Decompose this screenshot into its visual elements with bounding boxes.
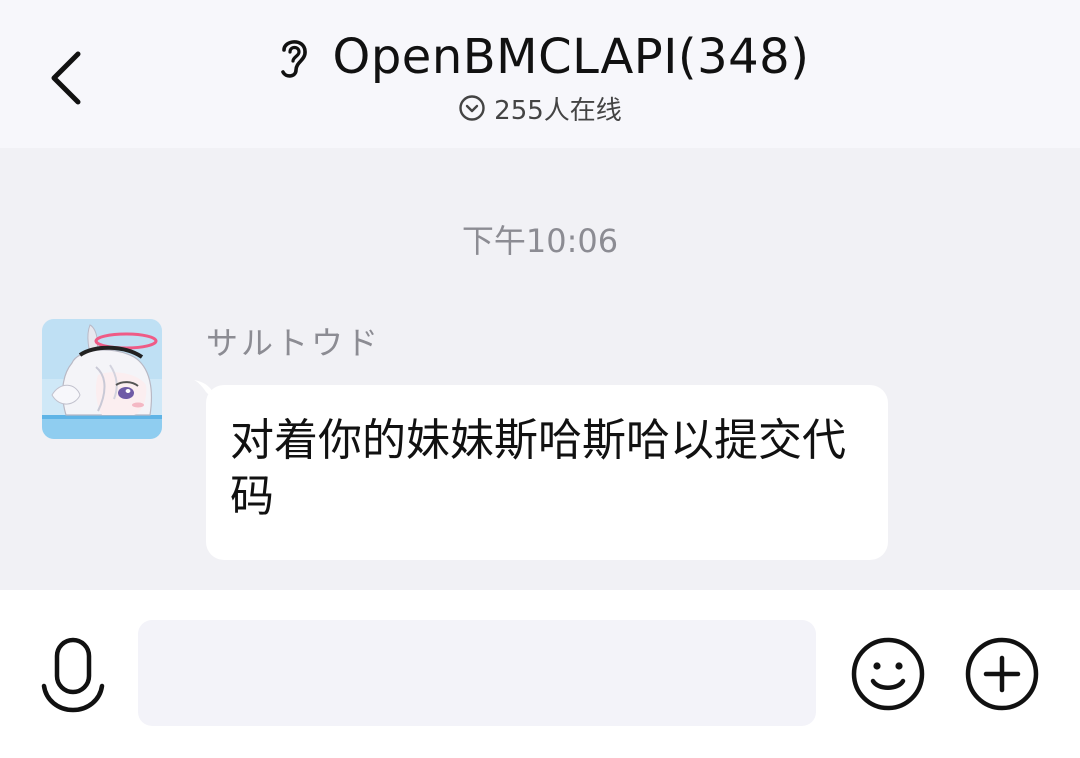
message-text: 对着你的妹妹斯哈斯哈以提交代码 [230, 415, 846, 522]
sender-name[interactable]: サルトウド [206, 318, 381, 364]
group-title[interactable]: OpenBMCLAPI(348) [333, 29, 810, 85]
voice-button[interactable] [38, 634, 108, 718]
smiley-icon [851, 637, 925, 711]
avatar[interactable] [42, 319, 162, 439]
online-status[interactable]: 255人在线 [0, 88, 1080, 128]
emoji-button[interactable] [850, 636, 926, 712]
chevron-down-circle-icon [459, 95, 485, 121]
message-input[interactable] [138, 620, 816, 726]
plus-circle-icon [965, 637, 1039, 711]
online-count: 255人在线 [494, 95, 622, 126]
anime-avatar-image [42, 319, 162, 439]
microphone-icon [41, 637, 105, 713]
ear-icon[interactable] [271, 32, 315, 82]
message-bubble[interactable]: 对着你的妹妹斯哈斯哈以提交代码 [206, 385, 888, 560]
message-timestamp: 下午10:06 [461, 222, 619, 260]
title-row: OpenBMCLAPI(348) [0, 24, 1080, 90]
chat-header: OpenBMCLAPI(348) 255人在线 [0, 0, 1080, 148]
more-button[interactable] [964, 636, 1040, 712]
